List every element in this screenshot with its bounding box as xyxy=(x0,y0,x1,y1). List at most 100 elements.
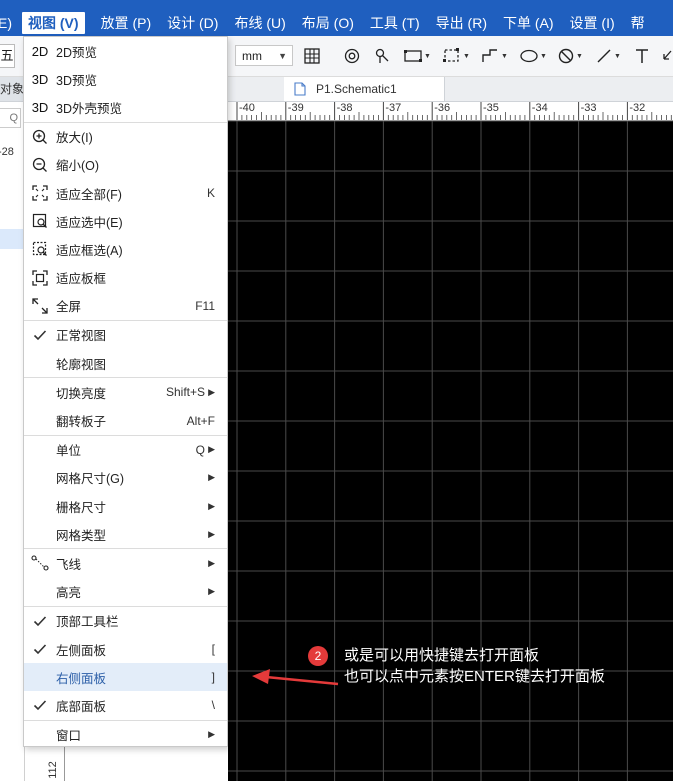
ellipse-icon[interactable]: ▼ xyxy=(520,44,547,68)
annotation-line-2: 也可以点中元素按ENTER键去打开面板 xyxy=(344,668,605,685)
rect-icon[interactable]: ▼ xyxy=(404,44,431,68)
view-menu-item[interactable]: 栅格尺寸 ▶ xyxy=(24,492,227,520)
line-icon[interactable]: ▼ xyxy=(596,44,621,68)
menu-item-9[interactable]: 设置 (I) xyxy=(570,0,615,36)
view-menu-item[interactable]: 底部面板 \ xyxy=(24,691,227,719)
view-menu-item[interactable]: 3D 3D预览 xyxy=(24,65,227,93)
submenu-arrow-icon: ▶ xyxy=(208,528,215,539)
left-panel-date: -28 xyxy=(0,146,14,158)
dashed-rect-icon[interactable]: ▼ xyxy=(443,44,470,68)
submenu-arrow-icon: ▶ xyxy=(208,729,215,740)
view-menu-item[interactable]: 高亮 ▶ xyxy=(24,578,227,606)
chevron-down-icon: ▼ xyxy=(278,51,287,61)
view-menu-item[interactable]: 适应板框 xyxy=(24,264,227,292)
menu-item-10[interactable]: 帮 xyxy=(631,0,645,36)
menu-item-6[interactable]: 工具 (T) xyxy=(370,0,420,36)
shortcut-hint: \ xyxy=(211,698,215,713)
view-menu-item-label: 轮廓视图 xyxy=(56,357,107,372)
menu-item-3[interactable]: 设计 (D) xyxy=(167,0,218,36)
unit-select[interactable]: mm ▼ xyxy=(235,45,293,66)
submenu-arrow-icon: ▶ xyxy=(208,557,215,568)
menu-item-1[interactable]: 视图 (V) xyxy=(22,12,85,34)
view-menu-item[interactable]: 网格类型 ▶ xyxy=(24,520,227,548)
zoom-out-icon xyxy=(24,157,56,173)
view-menu-item[interactable]: 轮廓视图 xyxy=(24,349,227,377)
ruler-tick-label: -36 xyxy=(434,102,451,114)
annotation-line-1: 或是可以用快捷键去打开面板 xyxy=(344,647,540,664)
no-entry-icon[interactable]: ▼ xyxy=(558,44,583,68)
tab-objects[interactable]: 对象 xyxy=(0,77,24,101)
view-menu-item-label: 2D预览 xyxy=(56,45,97,60)
view-menu-item[interactable]: 适应全部(F) K xyxy=(24,179,227,207)
view-menu-item[interactable]: 缩小(O) xyxy=(24,151,227,179)
view-menu-item[interactable]: 左侧面板 [ xyxy=(24,635,227,663)
view-mode-badge: 3D xyxy=(31,71,49,87)
submenu-arrow-icon: ▶ xyxy=(208,586,215,597)
view-menu-item-label: 右侧面板 xyxy=(56,671,107,686)
view-menu-item-label: 正常视图 xyxy=(56,329,107,344)
view-menu-item-label: 缩小(O) xyxy=(56,159,100,174)
menu-item-2[interactable]: 放置 (P) xyxy=(101,0,152,36)
menu-item-4[interactable]: 布线 (U) xyxy=(234,0,285,36)
left-panel-selected-row[interactable] xyxy=(0,229,24,249)
check-icon xyxy=(24,615,56,627)
view-menu-item-label: 窗口 xyxy=(56,729,82,744)
target-icon[interactable] xyxy=(344,44,360,68)
ruler-tick-label: -33 xyxy=(580,102,597,114)
polyline-icon[interactable]: ▼ xyxy=(481,44,508,68)
text-icon[interactable] xyxy=(634,44,650,68)
toolbar-left-button[interactable]: 五 xyxy=(0,44,15,68)
menu-item-8[interactable]: 下单 (A) xyxy=(503,0,554,36)
ruler-tick-label: -39 xyxy=(287,102,304,114)
view-menu-item[interactable]: 适应选中(E) xyxy=(24,207,227,235)
tab-schematic[interactable]: P1.Schematic1 xyxy=(284,77,445,101)
view-menu-item-label: 顶部工具栏 xyxy=(56,615,119,630)
fullscreen-icon xyxy=(24,298,56,314)
view-menu-item-label: 适应板框 xyxy=(56,272,107,287)
shortcut-hint: F11 xyxy=(195,298,215,313)
ruler-tick-label: -34 xyxy=(531,102,548,114)
view-menu-item[interactable]: 顶部工具栏 xyxy=(24,607,227,635)
view-menu-item[interactable]: 窗口 ▶ xyxy=(24,721,227,749)
view-menu-item-label: 栅格尺寸 xyxy=(56,500,107,515)
view-menu-item[interactable]: 单位 Q ▶ xyxy=(24,436,227,464)
probe-icon[interactable] xyxy=(374,44,390,68)
view-menu-item[interactable]: 网格尺寸(G) ▶ xyxy=(24,464,227,492)
view-menu-item[interactable]: 2D 2D预览 xyxy=(24,37,227,65)
tab-schematic-label: P1.Schematic1 xyxy=(316,82,397,96)
view-menu: 2D 2D预览 3D 3D预览 3D 3D外壳预览 放大(I) 缩小(O) 适应全部(F) K 适应… xyxy=(23,36,228,747)
menu-item-5[interactable]: 布局 (O) xyxy=(302,0,354,36)
view-menu-item-label: 高亮 xyxy=(56,586,82,601)
grid-icon[interactable] xyxy=(304,44,320,68)
view-menu-item[interactable]: 切换亮度 Shift+S ▶ xyxy=(24,378,227,406)
submenu-arrow-icon: ▶ xyxy=(208,386,215,397)
fit-selected-icon xyxy=(24,213,56,229)
view-menu-item[interactable]: 适应框选(A) xyxy=(24,235,227,263)
view-menu-item[interactable]: 飞线 ▶ xyxy=(24,549,227,577)
search-icon[interactable]: Q xyxy=(0,108,21,128)
ruler-left-label: 112 xyxy=(46,761,59,779)
view-menu-item[interactable]: 3D 3D外壳预览 xyxy=(24,93,227,121)
shortcut-hint: K xyxy=(206,186,215,201)
ruler-top: -40-39-38-37-36-35-34-33-32-31 xyxy=(228,102,673,121)
view-menu-item[interactable]: 正常视图 xyxy=(24,321,227,349)
annotation-badge: 2 xyxy=(308,646,328,666)
arrow-icon[interactable] xyxy=(661,44,673,68)
view-menu-item-label: 3D外壳预览 xyxy=(56,101,122,116)
menu-item-0[interactable]: E) xyxy=(0,0,12,36)
menu-bar: E) 视图 (V) 放置 (P) 设计 (D) 布线 (U) 布局 (O) 工具 (T) 导出… xyxy=(0,0,673,36)
view-menu-item[interactable]: 全屏 F11 xyxy=(24,292,227,320)
view-mode-badge: 3D xyxy=(31,99,49,115)
view-menu-item-label: 左侧面板 xyxy=(56,643,107,658)
fit-all-icon xyxy=(24,185,56,201)
ratline-icon xyxy=(24,555,56,572)
view-menu-item-label: 适应全部(F) xyxy=(56,187,122,202)
check-icon xyxy=(24,699,56,711)
ruler-tick-label: -32 xyxy=(629,102,646,114)
ruler-tick-label: -40 xyxy=(239,102,255,114)
submenu-arrow-icon: ▶ xyxy=(208,444,215,455)
menu-item-7[interactable]: 导出 (R) xyxy=(436,0,487,36)
view-menu-item[interactable]: 放大(I) xyxy=(24,123,227,151)
view-menu-item[interactable]: 翻转板子 Alt+F xyxy=(24,406,227,434)
view-menu-item[interactable]: 右侧面板] xyxy=(24,663,227,692)
